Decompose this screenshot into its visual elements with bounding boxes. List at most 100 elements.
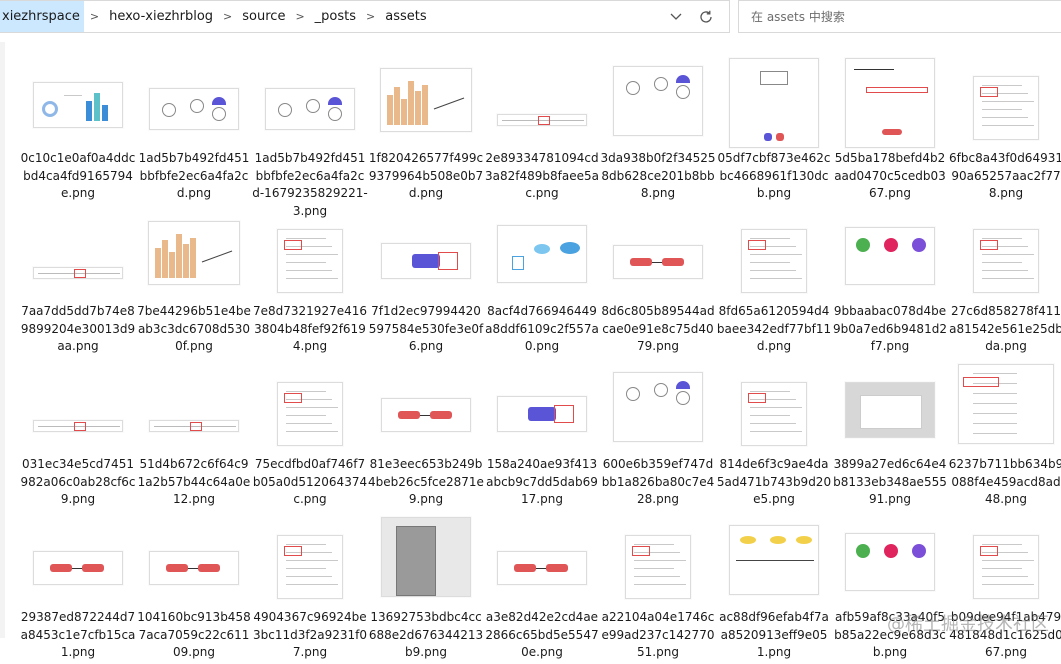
breadcrumb-item[interactable]: source [238,1,289,32]
file-item[interactable]: 158a240ae93f413abcb9c7dd5dab6917.png [484,358,600,511]
chevron-right-icon[interactable]: > [84,1,105,32]
image-thumbnail[interactable] [381,398,471,432]
file-name: 8d6c805b89544adcae0e91e8c75d4079.png [601,304,715,353]
breadcrumb-item[interactable]: xiezhrspace [0,1,84,32]
image-thumbnail[interactable] [33,420,123,432]
image-thumbnail[interactable] [277,535,343,599]
file-item[interactable]: 2e89334781094cd3a82f489b8faee5ac.png [484,52,600,205]
diagram-detail [796,536,812,544]
image-thumbnail[interactable] [148,221,240,285]
image-thumbnail[interactable] [497,551,587,585]
file-item[interactable]: 031ec34e5cd7451982a06c0ab28cf6c9.png [20,358,136,511]
file-item[interactable]: 8d6c805b89544adcae0e91e8c75d4079.png [600,205,716,358]
file-item[interactable]: 05df7cbf873e462cbc4668961f130dcb.png [716,52,832,205]
file-item[interactable]: 81e3eec653b249b4beb26c5fce2871e9.png [368,358,484,511]
file-item[interactable]: 3da938b0f2f345258db628ce201b8bb8.png [600,52,716,205]
chevron-down-icon[interactable] [661,1,691,32]
file-item[interactable]: 7be44296b51e4beab3c3dc6708d5300f.png [136,205,252,358]
file-item[interactable]: 7f1d2ec97994420597584e530fe3e0f6.png [368,205,484,358]
doc-detail [284,393,302,403]
file-item[interactable]: 75ecdfbd0af746f7b05a0d512064374c.png [252,358,368,511]
file-item[interactable]: 27c6d858278f411a81542e561e25dbda.png [948,205,1061,358]
image-thumbnail[interactable] [613,245,703,279]
file-item[interactable]: 600e6b359ef747dbb1a826ba80c7e428.png [600,358,716,511]
file-item[interactable]: b09dee94f1ab479481848d1c1625d067.png [948,511,1061,664]
button-detail [412,254,440,268]
file-item[interactable]: 13692753bdbc4cc688e2d676344213b9.png [368,511,484,664]
file-item[interactable]: afb59af8c33a40f5b85a22ec9e68d3cb.png [832,511,948,664]
doc-detail [286,423,332,424]
file-item[interactable]: 7e8d7321927e4163804b48fef92f6194.png [252,205,368,358]
image-thumbnail[interactable] [497,114,587,126]
doc-detail [286,407,338,408]
image-thumbnail[interactable] [381,243,471,279]
image-thumbnail[interactable] [613,66,703,136]
image-thumbnail[interactable] [973,535,1039,599]
file-item[interactable]: 5d5ba178befd4b2aad0470c5cedb0367.png [832,52,948,205]
image-thumbnail[interactable] [845,533,935,591]
image-thumbnail[interactable] [973,229,1039,293]
file-item[interactable]: 1f820426577f499c9379964b508e0b7d.png [368,52,484,205]
file-item[interactable]: 1ad5b7b492fd451bbfbfe2ec6a4fa2cd-1679235… [252,52,368,218]
file-item[interactable]: 51d4b672c6f64c91a2b57b44c64a0e12.png [136,358,252,511]
file-item[interactable]: ac88df96efab4f7aa8520913eff9e051.png [716,511,832,664]
image-thumbnail[interactable] [380,68,472,132]
file-item[interactable]: 7aa7dd5dd7b74e89899204e30013d9aa.png [20,205,136,358]
image-thumbnail[interactable] [149,420,239,432]
flow-detail [198,564,220,572]
chevron-right-icon[interactable]: > [289,1,310,32]
image-thumbnail[interactable] [33,551,123,585]
chevron-right-icon[interactable]: > [360,1,381,32]
doc-detail [982,109,1022,110]
file-item[interactable]: a22104a04e1746ce99ad237c14277051.png [600,511,716,664]
file-item[interactable]: 8acf4d766946449a8ddf6109c2f557a0.png [484,205,600,358]
search-input[interactable] [749,8,1033,25]
file-item[interactable]: 6237b711bb634b9088f4e459acd8ad48.png [948,358,1061,511]
image-thumbnail[interactable] [729,525,819,595]
image-thumbnail[interactable] [497,396,587,432]
image-thumbnail[interactable] [497,225,587,283]
breadcrumb-item[interactable]: _posts [311,1,360,32]
image-thumbnail[interactable] [277,382,343,446]
image-thumbnail[interactable] [845,58,935,148]
image-thumbnail[interactable] [613,372,703,442]
file-item[interactable]: 9bbaabac078d4be9b0a7ed6b9481d2f7.png [832,205,948,358]
image-thumbnail[interactable] [973,76,1039,140]
file-item[interactable]: 104160bc913b4587aca7059c22c61109.png [136,511,252,664]
image-thumbnail[interactable] [741,382,807,446]
doc-detail [982,85,1022,86]
search-box[interactable] [738,0,1061,33]
doc-detail [982,576,1028,577]
file-item[interactable]: 0c10c1e0af0a4ddcbd4ca4fd9165794e.png [20,52,136,205]
file-name: 7f1d2ec97994420597584e530fe3e0f6.png [368,304,484,353]
doc-detail [750,407,802,408]
file-item[interactable]: 1ad5b7b492fd451bbfbfe2ec6a4fa2cd.png [136,52,252,205]
button-detail [554,405,574,423]
file-item[interactable]: 29387ed872244d7a8453c1e7cfb15ca1.png [20,511,136,664]
image-thumbnail[interactable] [741,229,807,293]
image-thumbnail[interactable] [625,535,691,599]
image-thumbnail[interactable] [149,551,239,585]
image-thumbnail[interactable] [277,229,343,293]
image-thumbnail[interactable] [845,227,935,285]
image-thumbnail[interactable] [381,517,471,597]
breadcrumb-item[interactable]: hexo-xiezhrblog [105,1,217,32]
file-item[interactable]: a3e82d42e2cd4ae2866c65bd5e55470e.png [484,511,600,664]
file-item[interactable]: 3899a27ed6c64e4b8133eb348ae55591.png [832,358,948,511]
chevron-right-icon[interactable]: > [217,1,238,32]
image-thumbnail[interactable] [33,82,123,128]
image-thumbnail[interactable] [958,364,1054,444]
file-item[interactable]: 4904367c96924be3bc11d3f2a9231f07.png [252,511,368,664]
file-item[interactable]: 8fd65a6120594d4baee342edf77bf11d.png [716,205,832,358]
image-thumbnail[interactable] [265,88,355,130]
address-bar[interactable]: xiezhrspace > hexo-xiezhrblog > source >… [0,0,730,33]
image-thumbnail[interactable] [149,88,239,130]
file-item[interactable]: 6fbc8a43f0d6493190a65257aac2f778.png [948,52,1061,205]
refresh-icon[interactable] [691,1,721,32]
breadcrumb-item[interactable]: assets [381,1,430,32]
doc-detail [634,584,686,585]
image-thumbnail[interactable] [729,58,819,148]
file-item[interactable]: 814de6f3c9ae4da5ad471b743b9d20e5.png [716,358,832,511]
image-thumbnail[interactable] [33,267,123,279]
image-thumbnail[interactable] [845,382,935,438]
